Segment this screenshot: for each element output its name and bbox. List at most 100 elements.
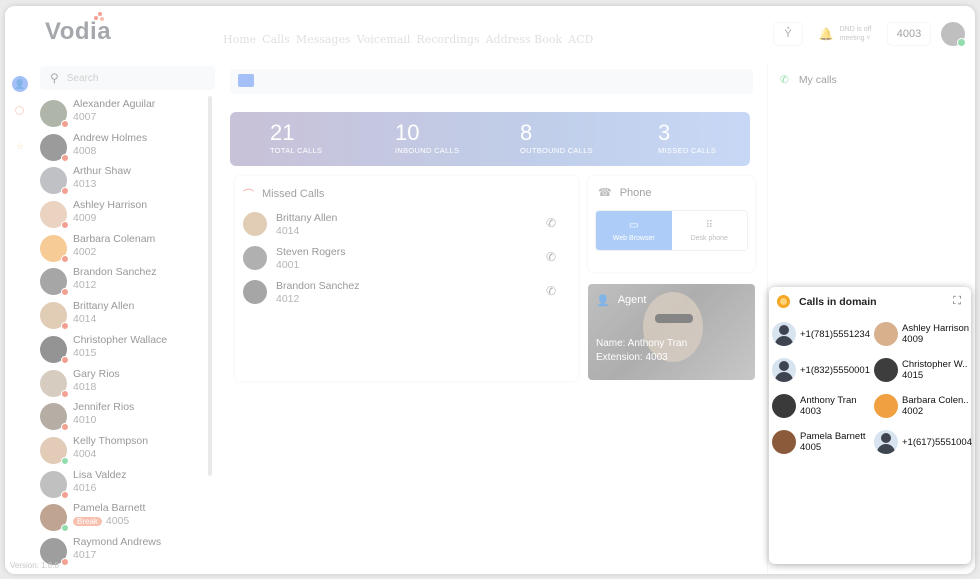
call-party: +1(832)5550001 bbox=[800, 364, 870, 376]
contact-item[interactable]: Barbara Colenam 4002 bbox=[40, 231, 210, 265]
presence-dot bbox=[61, 557, 69, 566]
my-calls-title: ✆ My calls bbox=[780, 74, 837, 86]
contact-extension: 4002 bbox=[73, 245, 97, 258]
contact-item[interactable]: Christopher Wallace 4015 bbox=[40, 332, 210, 366]
phone-title: ☎ Phone bbox=[598, 186, 652, 200]
favorites-rail-icon[interactable]: ☆ bbox=[12, 138, 28, 154]
domain-call-item[interactable]: +1(617)5551004 bbox=[874, 427, 972, 457]
agent-photo-glasses bbox=[655, 314, 693, 323]
avatar bbox=[40, 403, 69, 432]
missed-call-row[interactable]: Brittany Allen 4014 ✆ bbox=[243, 212, 563, 245]
contact-name: Raymond Andrews bbox=[73, 535, 162, 548]
nav-recordings[interactable]: Recordings bbox=[416, 33, 479, 46]
contact-item[interactable]: Brandon Sanchez 4012 bbox=[40, 264, 210, 298]
missed-call-icon: ⌒ bbox=[243, 189, 254, 201]
missed-call-row[interactable]: Brandon Sanchez 4012 ✆ bbox=[243, 280, 563, 313]
contact-item[interactable]: Jennifer Rios 4010 bbox=[40, 399, 210, 433]
contact-extension: 4009 bbox=[73, 212, 97, 225]
presence-dot bbox=[61, 355, 69, 364]
contact-item[interactable]: Brittany Allen 4014 bbox=[40, 298, 210, 332]
call-party-extension: 4009 bbox=[902, 334, 924, 345]
domain-call-item[interactable]: Barbara Colen.. 4002 bbox=[874, 391, 969, 421]
contact-name: Alexander Aguilar bbox=[73, 98, 156, 110]
nav-calls[interactable]: Calls bbox=[262, 33, 290, 46]
stat-outbound: 8 OUTBOUND CALLS bbox=[520, 120, 593, 155]
main-nav: Home Calls Messages Voicemail Recordings Addr… bbox=[223, 33, 593, 46]
domain-call-item[interactable]: Anthony Tran 4003 bbox=[772, 391, 857, 421]
caller-extension: 4001 bbox=[276, 259, 300, 271]
bell-icon: 🔔 bbox=[818, 27, 834, 41]
domain-call-item[interactable]: +1(832)5550001 bbox=[772, 355, 870, 385]
contact-name: Gary Rios bbox=[73, 367, 120, 380]
contacts-rail-icon[interactable]: 👤 bbox=[12, 76, 28, 92]
presence-dot bbox=[61, 322, 69, 331]
presence-dot bbox=[61, 187, 69, 196]
contact-name: Brittany Allen bbox=[73, 300, 135, 313]
call-party: Anthony Tran bbox=[800, 395, 857, 406]
phone-card: ☎ Phone ▭ Web Browser ⠿ Desk phone bbox=[588, 176, 755, 272]
dnd-toggle[interactable]: 🔔 DND is off meeting ˅ bbox=[813, 22, 877, 46]
contact-name: Christopher Wallace bbox=[73, 333, 168, 346]
presence-dot bbox=[61, 254, 69, 263]
call-party: Christopher W.. bbox=[902, 359, 968, 370]
contact-card-icon[interactable] bbox=[238, 74, 254, 87]
signal-button[interactable]: Ỷ bbox=[773, 22, 803, 46]
missed-call-row[interactable]: Steven Rogers 4001 ✆ bbox=[243, 246, 563, 279]
call-back-icon[interactable]: ✆ bbox=[546, 284, 556, 298]
agent-card: 👤 Agent Name: Anthony Tran Extension: 400… bbox=[588, 284, 755, 380]
dnd-status: DND is off bbox=[839, 26, 872, 33]
my-extension[interactable]: 4003 bbox=[887, 22, 931, 46]
nav-home[interactable]: Home bbox=[223, 33, 256, 46]
status-rail-icon[interactable] bbox=[15, 106, 24, 115]
expand-icon[interactable]: ⛶ bbox=[953, 295, 961, 308]
web-browser-option[interactable]: ▭ Web Browser bbox=[596, 211, 672, 250]
avatar bbox=[40, 268, 69, 297]
user-avatar[interactable] bbox=[941, 22, 966, 47]
contact-extension: 4004 bbox=[73, 447, 97, 460]
vodia-logo[interactable]: Vodia bbox=[45, 12, 111, 46]
contact-extension: 4012 bbox=[73, 279, 97, 292]
header-right: Ỷ 🔔 DND is off meeting ˅ 4003 bbox=[773, 22, 966, 47]
nav-address-book[interactable]: Address Book bbox=[486, 33, 563, 46]
logo-dots-icon bbox=[94, 12, 104, 22]
domain-call-item[interactable]: Pamela Barnett 4005 bbox=[772, 427, 865, 457]
call-party-extension: 4002 bbox=[902, 406, 924, 417]
avatar bbox=[243, 212, 267, 236]
avatar bbox=[772, 430, 796, 454]
missed-calls-title: ⌒ Missed Calls bbox=[243, 188, 325, 201]
contact-item[interactable]: Lisa Valdez 4016 bbox=[40, 467, 210, 501]
extension-label: 4003 bbox=[896, 28, 922, 40]
contact-name: Lisa Valdez bbox=[73, 468, 127, 481]
call-back-icon[interactable]: ✆ bbox=[546, 216, 556, 230]
presence-dot bbox=[61, 221, 69, 230]
contact-name: Kelly Thompson bbox=[73, 434, 149, 447]
contact-item[interactable]: Ashley Harrison 4009 bbox=[40, 197, 210, 231]
domain-call-item[interactable]: Ashley Harrison 4009 bbox=[874, 319, 969, 349]
contact-item[interactable]: Arthur Shaw 4013 bbox=[40, 163, 210, 197]
domain-call-item[interactable]: Christopher W.. 4015 bbox=[874, 355, 967, 385]
caller-name: Steven Rogers bbox=[276, 246, 346, 258]
domain-call-item[interactable]: +1(781)5551234 bbox=[772, 319, 870, 349]
contact-item[interactable]: Alexander Aguilar 4007 bbox=[40, 96, 210, 130]
contact-item[interactable]: Gary Rios 4018 bbox=[40, 366, 210, 400]
desk-phone-option[interactable]: ⠿ Desk phone bbox=[672, 211, 748, 250]
contact-extension: 4008 bbox=[73, 144, 97, 157]
avatar bbox=[40, 302, 69, 331]
contact-item[interactable]: Raymond Andrews 4017 bbox=[40, 534, 210, 568]
search-input[interactable]: ⚲ Search bbox=[40, 66, 215, 90]
stat-missed: 3 MISSED CALLS bbox=[658, 120, 717, 155]
call-party: Pamela Barnett bbox=[800, 431, 866, 442]
nav-messages[interactable]: Messages bbox=[296, 33, 351, 46]
contact-item[interactable]: Pamela Barnett Break 4005 bbox=[40, 500, 210, 534]
contact-item[interactable]: Andrew Holmes 4008 bbox=[40, 130, 210, 164]
calls-in-domain-title: Calls in domain bbox=[777, 295, 877, 308]
presence-dot bbox=[61, 524, 69, 533]
contact-extension: 4018 bbox=[73, 380, 97, 393]
avatar bbox=[874, 394, 898, 418]
nav-acd[interactable]: ACD bbox=[568, 33, 593, 46]
contact-item[interactable]: Kelly Thompson 4004 bbox=[40, 433, 210, 467]
search-icon: ⚲ bbox=[50, 71, 59, 85]
sidebar-scrollbar[interactable] bbox=[208, 96, 212, 476]
call-back-icon[interactable]: ✆ bbox=[546, 250, 556, 264]
nav-voicemail[interactable]: Voicemail bbox=[357, 33, 411, 46]
